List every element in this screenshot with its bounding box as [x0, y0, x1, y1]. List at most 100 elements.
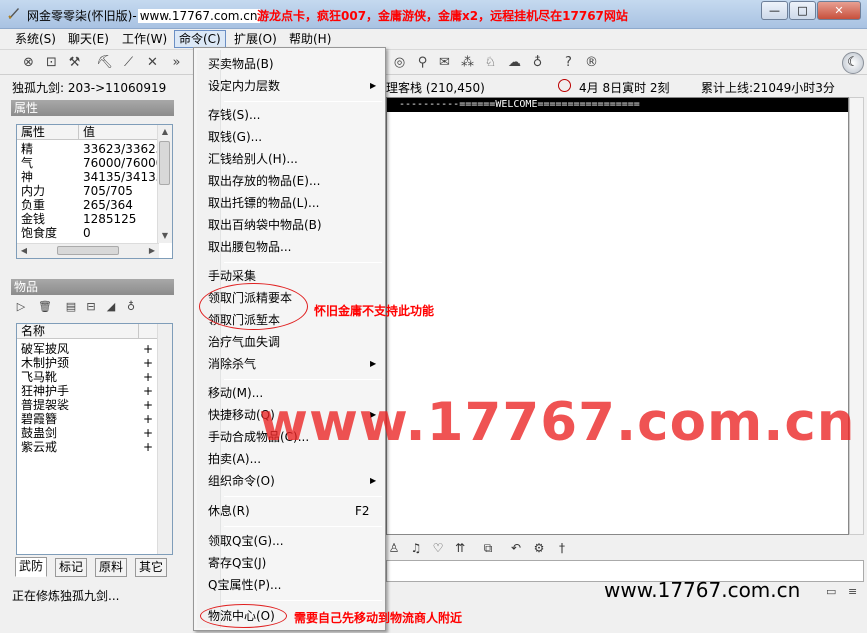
- attributes-list: 属性 值 精 33623/33623 气 76000/76000 神 34135/34…: [16, 124, 173, 259]
- scroll-up-icon[interactable]: ▲: [158, 125, 172, 139]
- attributes-horizontal-scrollbar[interactable]: ◀ ▶: [17, 243, 159, 258]
- bottom-website: www.17767.com.cn: [604, 578, 801, 602]
- submenu-arrow-icon: ▶: [370, 81, 377, 90]
- trash-icon[interactable]: 🗑: [38, 300, 52, 314]
- axe-icon[interactable]: ⟋: [120, 54, 137, 71]
- crossed-tools-icon[interactable]: ✕: [144, 54, 161, 71]
- medal-icon[interactable]: ♁: [529, 54, 546, 71]
- watermark-text: www.17767.com.cn: [259, 392, 856, 453]
- menu-item-move[interactable]: 移动(M)...: [208, 384, 263, 402]
- online-time: 累计上线:21049小时3分: [701, 81, 835, 95]
- menu-item-inner-power[interactable]: 设定内力层数: [208, 77, 280, 95]
- menu-item-clear-kill[interactable]: 消除杀气: [208, 355, 256, 373]
- hammer-icon[interactable]: ⚒: [66, 54, 83, 71]
- maximize-button[interactable]: □: [789, 1, 816, 20]
- scroll-thumb[interactable]: [57, 246, 119, 255]
- window-title: 网金零零柒(怀旧版)- www.17767.com.cn: [27, 9, 260, 23]
- menu-separator: [224, 379, 382, 380]
- scroll-down-icon[interactable]: ▼: [158, 229, 172, 243]
- items-vertical-scrollbar[interactable]: [157, 324, 172, 554]
- command-menu: 买卖物品(B) 设定内力层数 ▶ 存钱(S)... 取钱(G)... 汇钱给别人…: [193, 47, 386, 631]
- give-icon[interactable]: ⊟: [84, 300, 98, 314]
- bell-icon[interactable]: ♫: [408, 540, 424, 556]
- footprints-icon[interactable]: ⁂: [459, 54, 476, 71]
- wrench-icon[interactable]: ⚲: [414, 54, 431, 71]
- undo-icon[interactable]: ↶: [508, 540, 524, 556]
- attributes-vertical-scrollbar[interactable]: ▲ ▼: [157, 125, 172, 243]
- items-col-extra[interactable]: [139, 324, 159, 339]
- menu-item-auction[interactable]: 拍卖(A)...: [208, 450, 261, 468]
- message-window[interactable]: ----------======WELCOME=================: [386, 97, 849, 535]
- menu-item-bag-goods[interactable]: 取出百纳袋中物品(B): [208, 216, 322, 234]
- menu-separator: [224, 262, 382, 263]
- chat-toolbar: ♙ ♫ ♡ ⇈ ⧉ ↶ ⚙ †: [386, 536, 864, 560]
- help-icon[interactable]: ?: [560, 54, 577, 71]
- menu-item-escort-goods[interactable]: 取出托镖的物品(L)...: [208, 194, 320, 212]
- more-tools-icon[interactable]: »: [168, 54, 185, 71]
- menu-item-withdraw[interactable]: 取钱(G)...: [208, 128, 262, 146]
- moon-logo-icon[interactable]: ☾: [842, 52, 864, 74]
- minimize-button[interactable]: —: [761, 1, 788, 20]
- heart-icon[interactable]: ♡: [430, 540, 446, 556]
- items-col-name[interactable]: 名称: [17, 324, 139, 339]
- copy-icon[interactable]: ⧉: [480, 540, 496, 556]
- close-button[interactable]: ✕: [817, 1, 861, 20]
- items-header: 物品: [11, 279, 174, 295]
- menu-extend[interactable]: 扩展(O): [230, 30, 281, 48]
- tab-marked[interactable]: 标记: [55, 558, 88, 577]
- menu-item-claim-qbao[interactable]: 领取Q宝(G)...: [208, 532, 284, 550]
- scroll-left-icon[interactable]: ◀: [17, 244, 31, 258]
- figure-icon[interactable]: ♙: [386, 540, 402, 556]
- play-icon[interactable]: ▷: [14, 300, 28, 314]
- main-toolbar: ⊗ ⊡ ⚒ ⛏ ⟋ ✕ » ◎ ⚲ ✉ ⁂ ♘ ☁ ♁ ? ® ☾: [0, 49, 867, 75]
- menu-item-qbao-attr[interactable]: Q宝属性(P)...: [208, 576, 282, 594]
- mail-icon[interactable]: ✉: [436, 54, 453, 71]
- beast-icon[interactable]: ♘: [482, 54, 499, 71]
- attributes-col-value[interactable]: 值: [79, 125, 159, 140]
- tab-materials[interactable]: 原料: [95, 558, 128, 577]
- stop-icon[interactable]: ⊗: [20, 54, 37, 71]
- attributes-col-name[interactable]: 属性: [17, 125, 79, 140]
- scroll-right-icon[interactable]: ▶: [145, 244, 159, 258]
- menu-separator: [224, 526, 382, 527]
- tab-other[interactable]: 其它: [135, 558, 168, 577]
- dagger-icon[interactable]: †: [554, 540, 570, 556]
- stack-icon[interactable]: ▤: [64, 300, 78, 314]
- pickaxe-icon[interactable]: ⛏: [96, 54, 113, 71]
- menu-item-heal[interactable]: 治疗气血失调: [208, 333, 280, 351]
- menu-item-remit[interactable]: 汇钱给别人(H)...: [208, 150, 298, 168]
- tray-network-icon[interactable]: ≡: [848, 585, 857, 598]
- cloud-icon[interactable]: ☁: [506, 54, 523, 71]
- menu-item-rest[interactable]: 休息(R): [208, 502, 250, 520]
- tray-monitor-icon[interactable]: ▭: [826, 585, 836, 598]
- welcome-banner: ----------======WELCOME=================: [387, 98, 848, 112]
- lock-icon[interactable]: ⊡: [43, 54, 60, 71]
- menu-item-stored-goods[interactable]: 取出存放的物品(E)...: [208, 172, 320, 190]
- menu-item-store-qbao[interactable]: 寄存Q宝(J): [208, 554, 266, 572]
- menu-help[interactable]: 帮助(H): [285, 30, 335, 48]
- rank-icon[interactable]: ⇈: [452, 540, 468, 556]
- registered-icon[interactable]: ®: [583, 54, 600, 71]
- settings-gear-icon[interactable]: ⚙: [531, 540, 547, 556]
- menu-item-org-command[interactable]: 组织命令(O): [208, 472, 275, 490]
- attributes-header: 属性: [11, 100, 174, 116]
- submenu-arrow-icon: ▶: [370, 476, 377, 485]
- menu-item-trade[interactable]: 买卖物品(B): [208, 55, 274, 73]
- scroll-thumb[interactable]: [159, 141, 170, 185]
- character-level: 独孤九剑: 203->11060919: [12, 81, 167, 95]
- menu-system[interactable]: 系统(S): [11, 30, 60, 48]
- menu-command[interactable]: 命令(C): [174, 30, 226, 48]
- eraser-icon[interactable]: ◢: [104, 300, 118, 314]
- menu-chat[interactable]: 聊天(E): [64, 30, 113, 48]
- menu-work[interactable]: 工作(W): [118, 30, 171, 48]
- menu-item-deposit[interactable]: 存钱(S)...: [208, 106, 260, 124]
- target-icon[interactable]: ◎: [391, 54, 408, 71]
- bag-icon[interactable]: ♁: [124, 300, 138, 314]
- tab-equipment[interactable]: 武防: [15, 557, 48, 577]
- items-toolbar: ▷ 🗑 ▤ ⊟ ◢ ♁: [11, 297, 174, 317]
- rest-shortcut: F2: [355, 504, 370, 518]
- menu-bar: 系统(S) 聊天(E) 工作(W) 命令(C) 扩展(O) 帮助(H): [0, 29, 867, 49]
- message-scrollbar[interactable]: [849, 97, 864, 535]
- annotation-ellipse-sect: [199, 283, 308, 330]
- menu-item-waist-goods[interactable]: 取出腰包物品...: [208, 238, 291, 256]
